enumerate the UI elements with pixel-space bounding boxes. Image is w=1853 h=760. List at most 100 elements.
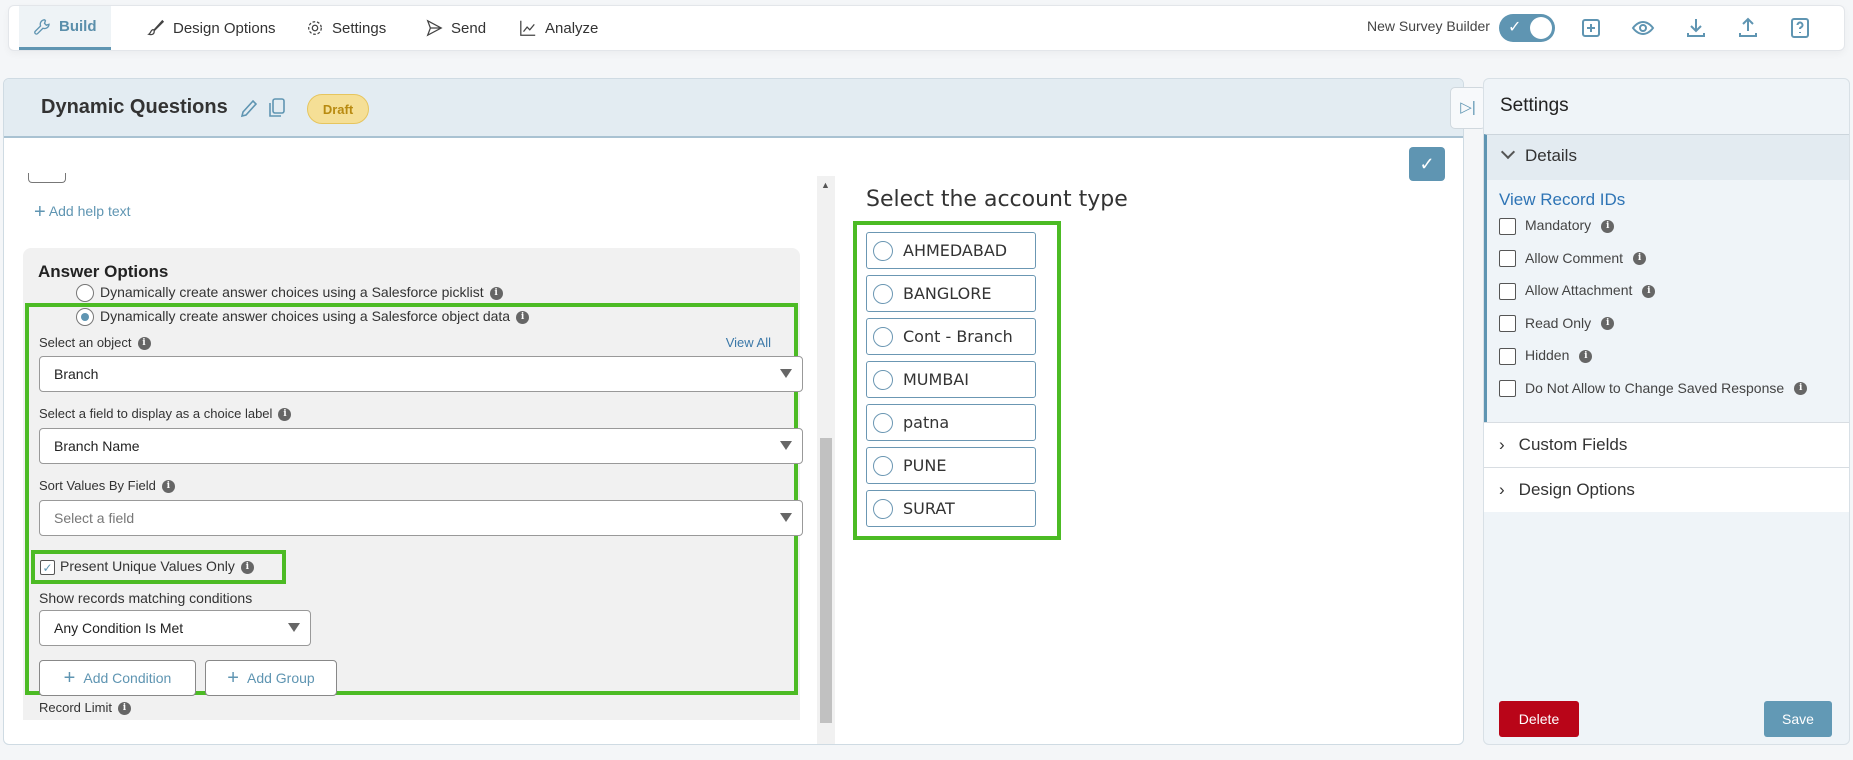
radio-button[interactable] [873, 412, 893, 433]
design-options-section[interactable]: › Design Options [1484, 467, 1849, 512]
settings-checkbox[interactable]: Hidden i [1499, 347, 1593, 365]
new-builder-toggle[interactable]: ✓ [1499, 14, 1555, 42]
radio-button[interactable] [873, 283, 893, 304]
settings-checkbox[interactable]: Do Not Allow to Change Saved Response i [1499, 379, 1808, 398]
unique-values-checkbox[interactable]: ✓ Present Unique Values Only i [40, 558, 254, 575]
tab-settings[interactable]: Settings [292, 6, 400, 50]
answer-option[interactable]: BANGLORE [866, 275, 1036, 312]
tab-label: Design Options [173, 19, 276, 37]
preview-question: Select the account type [866, 187, 1128, 212]
info-icon[interactable]: i [117, 702, 131, 716]
info-icon[interactable]: i [137, 337, 151, 351]
radio-picklist[interactable]: Dynamically create answer choices using … [76, 284, 503, 303]
info-icon[interactable]: i [516, 310, 530, 324]
answer-options-title: Answer Options [38, 262, 169, 281]
add-group-button[interactable]: + Add Group [205, 660, 337, 696]
save-button[interactable]: Save [1764, 701, 1832, 737]
info-icon[interactable]: i [1633, 252, 1647, 266]
option-label: patna [903, 413, 950, 432]
download-icon[interactable] [1684, 16, 1708, 40]
settings-checkbox[interactable]: Allow Comment i [1499, 250, 1647, 268]
delete-button[interactable]: Delete [1499, 701, 1579, 737]
answer-option[interactable]: patna [866, 404, 1036, 441]
text-input-bottom[interactable] [28, 173, 66, 183]
view-all-link[interactable]: View All [726, 335, 771, 350]
answer-option[interactable]: MUMBAI [866, 361, 1036, 398]
answer-option[interactable]: SURAT [866, 490, 1036, 527]
radio-button[interactable] [873, 455, 893, 476]
tab-send[interactable]: Send [411, 6, 500, 50]
option-label: BANGLORE [903, 284, 992, 303]
object-select[interactable]: Branch [39, 356, 803, 392]
confirm-check-button[interactable]: ✓ [1409, 147, 1445, 181]
tab-analyze[interactable]: Analyze [505, 6, 612, 50]
custom-fields-section[interactable]: › Custom Fields [1484, 422, 1849, 467]
checkbox[interactable] [1499, 217, 1516, 235]
radio-button-selected[interactable] [76, 308, 94, 327]
answer-option[interactable]: AHMEDABAD [866, 232, 1036, 269]
choice-label-field-select[interactable]: Branch Name [39, 428, 803, 464]
scrollbar-thumb[interactable] [820, 438, 832, 723]
editor-header: Dynamic Questions Draft [4, 79, 1463, 138]
info-icon[interactable]: i [1642, 284, 1656, 298]
pencil-icon[interactable] [240, 99, 258, 119]
add-help-text-link[interactable]: + Add help text [34, 201, 131, 224]
checkbox[interactable] [1499, 347, 1516, 365]
scroll-up-icon[interactable]: ▲ [821, 180, 830, 190]
radio-label: Dynamically create answer choices using … [100, 308, 511, 324]
checkbox-checked[interactable]: ✓ [40, 559, 55, 575]
radio-object-data[interactable]: Dynamically create answer choices using … [76, 308, 530, 327]
info-icon[interactable]: i [1601, 219, 1615, 233]
radio-button[interactable] [873, 369, 893, 390]
checkbox-label: Mandatory [1525, 217, 1592, 233]
add-help-text-label: Add help text [48, 203, 131, 220]
add-icon[interactable] [1579, 16, 1603, 40]
radio-button[interactable] [873, 326, 893, 347]
tab-build[interactable]: Build [19, 6, 111, 50]
checkbox-label: Do Not Allow to Change Saved Response [1525, 379, 1785, 396]
option-label: SURAT [903, 499, 955, 518]
info-icon[interactable]: i [1579, 349, 1593, 363]
checkbox[interactable] [1499, 380, 1516, 398]
preview-eye-icon[interactable] [1631, 16, 1655, 40]
question-editor: Dynamic Questions Draft + Add help text … [3, 78, 1464, 745]
view-record-ids-link[interactable]: View Record IDs [1499, 190, 1625, 210]
conditions-select[interactable]: Any Condition Is Met [39, 610, 311, 646]
radio-button[interactable] [873, 240, 893, 261]
checkbox[interactable] [1499, 250, 1516, 268]
info-icon[interactable]: i [1601, 317, 1615, 331]
info-icon[interactable]: i [161, 480, 175, 494]
answer-option[interactable]: PUNE [866, 447, 1036, 484]
info-icon[interactable]: i [489, 286, 503, 300]
radio-button[interactable] [873, 498, 893, 519]
radio-button[interactable] [76, 284, 94, 303]
dropdown-arrow-icon [780, 369, 792, 378]
checkbox[interactable] [1499, 282, 1516, 300]
sort-label: Sort Values By Field i [39, 478, 175, 494]
tab-design-options[interactable]: Design Options [133, 6, 290, 50]
info-icon[interactable]: i [1794, 382, 1808, 396]
scrollbar[interactable]: ▲ ▼ [817, 176, 835, 744]
checkbox[interactable] [1499, 315, 1516, 333]
info-icon[interactable]: i [240, 560, 254, 574]
select-object-label: Select an object i [39, 335, 151, 351]
details-header[interactable]: Details [1487, 135, 1849, 180]
wrench-icon [34, 18, 50, 35]
add-condition-button[interactable]: + Add Condition [39, 660, 196, 696]
tab-label: Analyze [545, 19, 599, 37]
answer-options-panel: Answer Options Dynamically create answer… [23, 248, 803, 720]
collapse-panel-icon[interactable]: ▷| [1450, 87, 1486, 129]
info-icon[interactable]: i [278, 408, 292, 422]
answer-option[interactable]: Cont - Branch [866, 318, 1036, 355]
upload-icon[interactable] [1736, 16, 1760, 40]
settings-checkbox[interactable]: Read Only i [1499, 315, 1615, 333]
send-icon [426, 19, 443, 37]
help-icon[interactable] [1788, 16, 1812, 40]
copy-icon[interactable] [267, 97, 287, 119]
settings-checkbox[interactable]: Allow Attachment i [1499, 282, 1656, 300]
tab-label: Build [59, 18, 97, 35]
settings-checkbox[interactable]: Mandatory i [1499, 217, 1615, 235]
gear-icon [308, 21, 322, 35]
sort-field-select[interactable]: Select a field [39, 500, 803, 536]
dropdown-arrow-icon [780, 441, 792, 450]
